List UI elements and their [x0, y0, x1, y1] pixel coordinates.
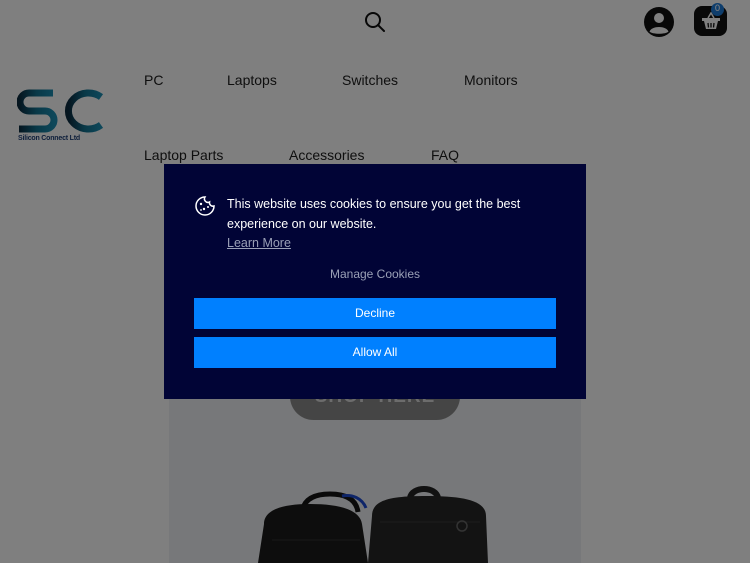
manage-cookies-link[interactable]: Manage Cookies: [164, 267, 586, 281]
cookie-message: This website uses cookies to ensure you …: [227, 197, 521, 231]
learn-more-link[interactable]: Learn More: [227, 234, 291, 252]
decline-button[interactable]: Decline: [194, 298, 556, 329]
allow-all-button[interactable]: Allow All: [194, 337, 556, 368]
cookie-consent-dialog: This website uses cookies to ensure you …: [164, 164, 586, 399]
cookie-icon: [195, 196, 215, 216]
